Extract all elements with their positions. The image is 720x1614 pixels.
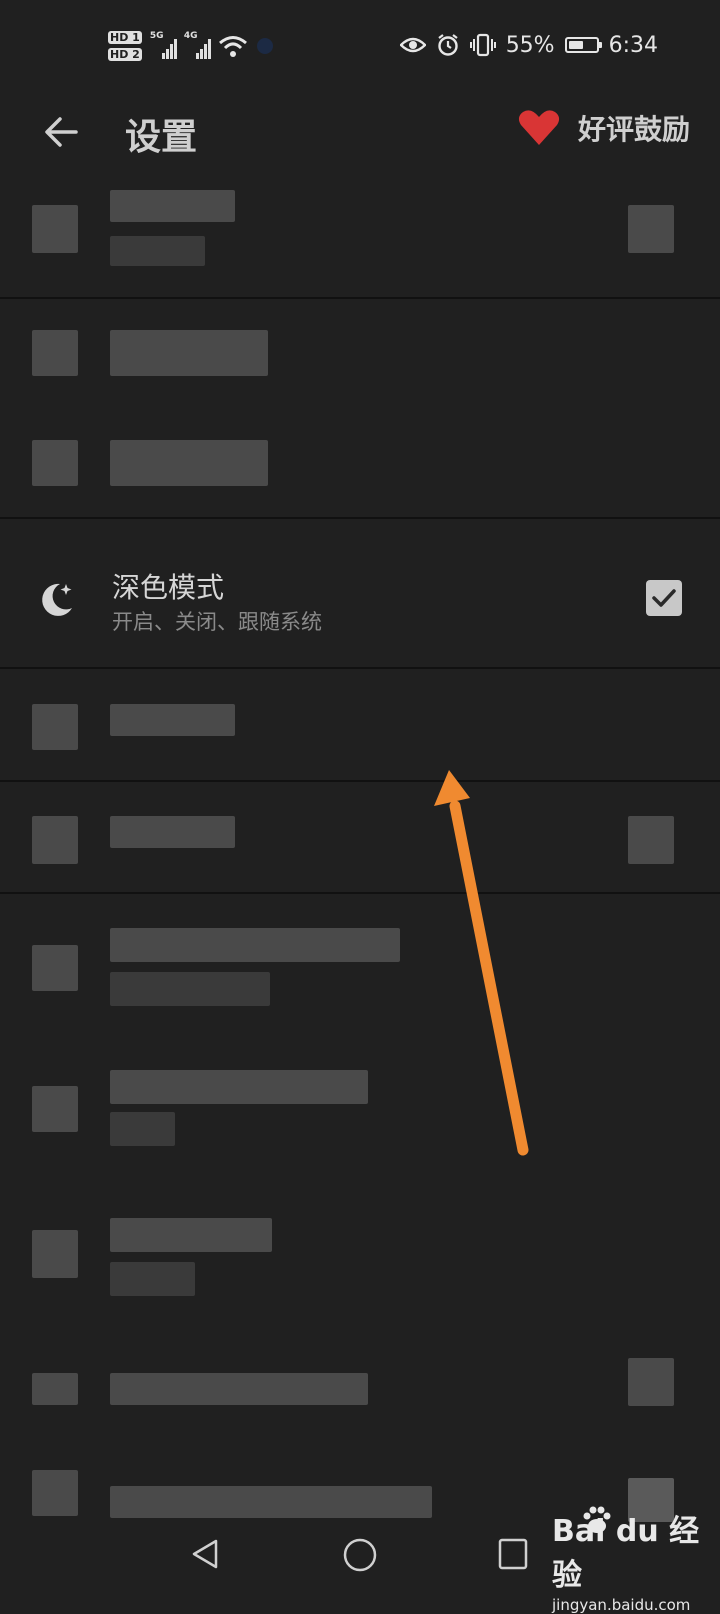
list-item-icon [32,1230,78,1278]
app-header: 设置 好评鼓励 [0,90,720,180]
sim-indicators: HD 1 HD 2 [108,31,142,61]
divider [0,780,720,782]
praise-label: 好评鼓励 [577,113,690,146]
list-item-icon [32,1086,78,1132]
list-item-trailing-placeholder [628,1358,674,1406]
battery-fill [568,41,583,49]
list-item-trailing-placeholder [628,205,674,253]
signal-4g-icon: 4G [183,31,211,59]
moon-icon [42,583,72,616]
list-item-subtitle-placeholder [110,1262,195,1296]
paw-icon [583,1506,611,1533]
heart-icon [518,110,560,145]
divider [0,892,720,894]
watermark-brand-row: Bai du 经验 [552,1506,720,1594]
sim2-badge: HD 2 [108,48,142,61]
battery-icon [564,37,602,53]
list-item-title-placeholder [110,1070,368,1104]
back-arrow-icon[interactable] [40,110,84,154]
nav-home-icon[interactable] [342,1537,378,1573]
watermark-brand: Bai du 经验 [552,1514,700,1593]
list-item-icon [32,1373,78,1405]
net1-label: 5G [149,31,164,41]
status-bar: HD 1 HD 2 5G 4G 55% 6:34 [0,0,720,90]
vibrate-icon [469,33,496,57]
page-title: 设置 [125,117,198,158]
divider [0,667,720,669]
wifi-icon [218,36,247,57]
list-item-title-placeholder [110,190,235,222]
list-item-icon [32,704,78,750]
alarm-icon [437,34,458,56]
list-item-title-placeholder [110,704,235,736]
dark-mode-checkbox[interactable] [646,580,682,616]
list-item-subtitle-placeholder [110,972,270,1006]
list-item-trailing-placeholder [628,816,674,864]
net2-label: 4G [183,31,198,41]
list-item-title-placeholder [110,928,400,962]
list-item-title-placeholder [110,330,268,376]
list-item-title-placeholder [110,1218,272,1252]
list-item-icon [32,945,78,991]
check-icon [652,589,676,607]
baidu-watermark: Bai du 经验 jingyan.baidu.com [552,1506,720,1614]
list-item-icon [32,330,78,376]
praise-button[interactable]: 好评鼓励 [518,108,690,148]
nav-back-icon[interactable] [188,1537,222,1571]
annotation-arrow [434,770,529,1156]
list-item-title-placeholder [110,1486,432,1518]
list-item-title-placeholder [110,816,235,848]
watermark-url: jingyan.baidu.com [552,1596,691,1614]
app-notification-icon [256,38,273,54]
status-right: 55% 6:34 [399,30,658,60]
list-item-subtitle-placeholder [110,236,205,266]
divider [0,297,720,299]
list-item-icon [32,816,78,864]
divider [0,517,720,519]
list-item-subtitle-placeholder [110,1112,175,1146]
signal-5g-icon: 5G [149,31,177,59]
list-item-icon [32,1470,78,1516]
dark-mode-item[interactable] [0,532,720,667]
battery-percent: 55% [505,32,555,58]
dark-mode-title: 深色模式 [112,571,225,604]
eye-icon [399,37,426,53]
clock: 6:34 [608,32,658,58]
dark-mode-subtitle: 开启、关闭、跟随系统 [112,610,322,634]
status-left: HD 1 HD 2 5G 4G [108,24,274,68]
list-item-title-placeholder [110,440,268,486]
nav-recents-icon[interactable] [497,1537,529,1571]
list-item-icon [32,440,78,486]
list-item-title-placeholder [110,1373,368,1405]
list-item-icon [32,205,78,253]
sim1-badge: HD 1 [108,31,142,44]
